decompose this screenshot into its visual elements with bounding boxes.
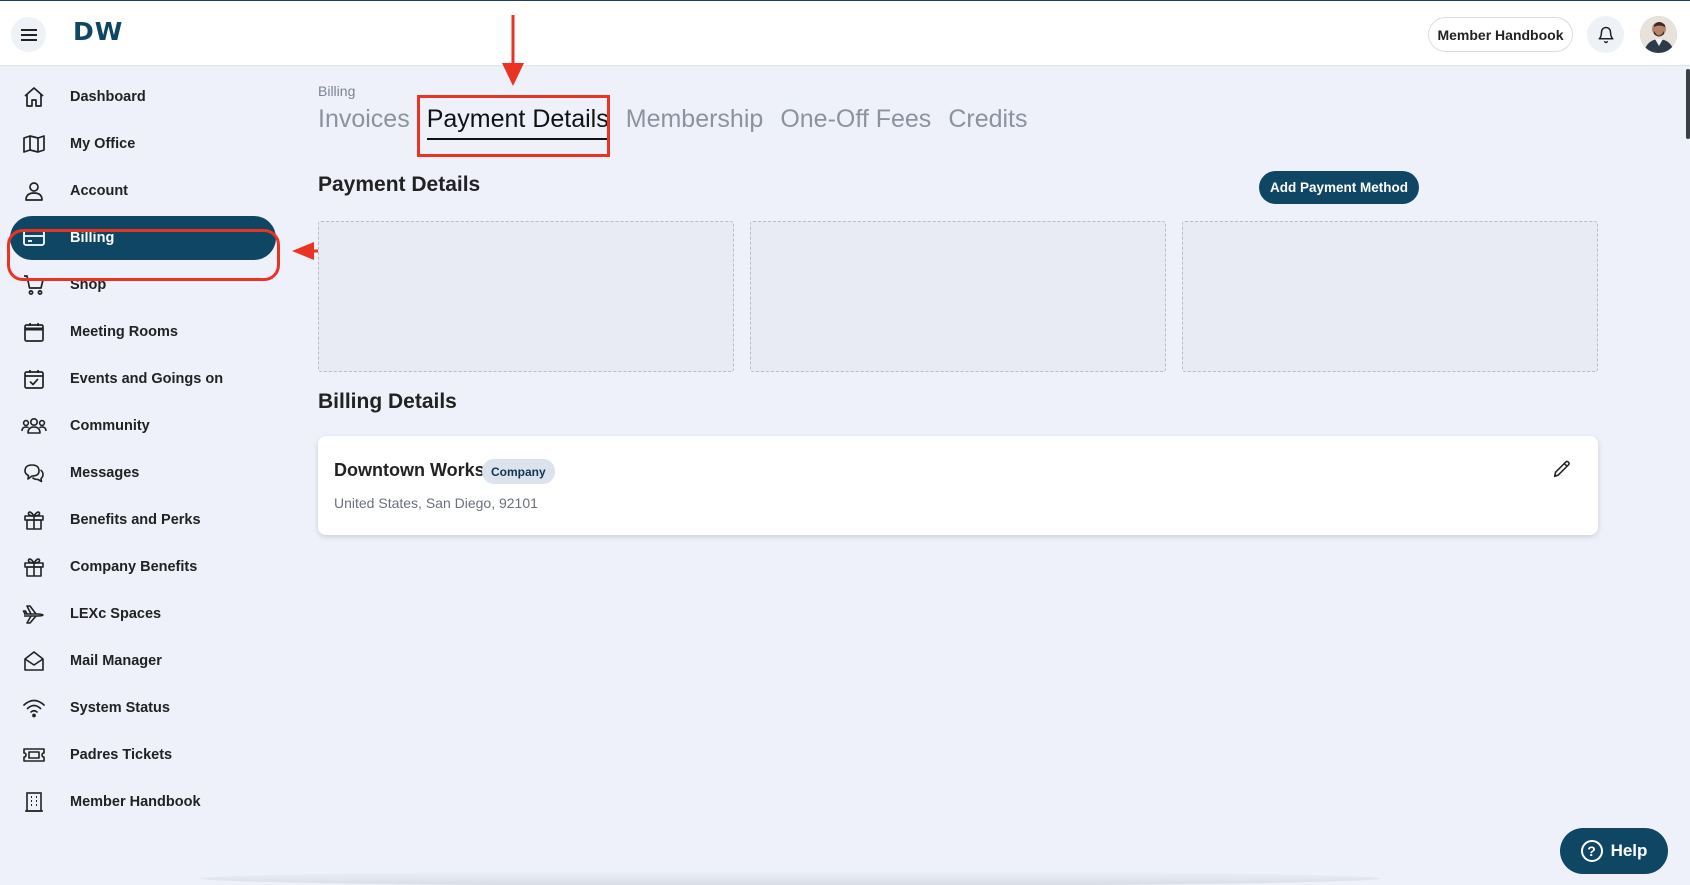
brand-logo[interactable]: DW	[73, 17, 123, 46]
plane-icon	[14, 602, 54, 626]
tab-membership[interactable]: Membership	[626, 105, 764, 134]
billing-company-name: Downtown Works	[334, 460, 485, 480]
help-button[interactable]: ? Help	[1560, 828, 1668, 874]
company-badge: Company	[482, 459, 555, 484]
tab-credits[interactable]: Credits	[948, 105, 1027, 134]
sidebar-item-label: System Status	[70, 700, 170, 716]
sidebar-item-benefits-and-perks[interactable]: Benefits and Perks	[10, 498, 276, 542]
tab-one-off-fees[interactable]: One-Off Fees	[780, 105, 931, 134]
ticket-icon	[14, 743, 54, 767]
sidebar-item-messages[interactable]: Messages	[10, 451, 276, 495]
help-question-icon: ?	[1580, 840, 1603, 862]
wifi-icon	[14, 696, 54, 720]
sidebar-item-lexc-spaces[interactable]: LEXc Spaces	[10, 592, 276, 636]
hamburger-menu-button[interactable]	[11, 17, 46, 52]
billing-details-card: Downtown Works Company United States, Sa…	[318, 436, 1598, 535]
sidebar-item-label: My Office	[70, 136, 136, 152]
annotation-arrow-down-icon	[502, 15, 524, 86]
breadcrumb[interactable]: Billing	[318, 83, 355, 99]
scrollbar-thumb[interactable]	[1686, 69, 1690, 139]
annotation-highlight-tab	[417, 95, 610, 157]
sidebar-item-meeting-rooms[interactable]: Meeting Rooms	[10, 310, 276, 354]
payment-details-heading: Payment Details	[318, 173, 481, 196]
sidebar-item-label: Padres Tickets	[70, 747, 173, 763]
sidebar-item-padres-tickets[interactable]: Padres Tickets	[10, 733, 276, 777]
top-bar: DW Member Handbook	[0, 1, 1690, 66]
user-avatar[interactable]	[1640, 16, 1677, 53]
billing-address: United States, San Diego, 92101	[334, 495, 538, 511]
sidebar-item-label: Mail Manager	[70, 653, 162, 669]
tab-invoices[interactable]: Invoices	[318, 105, 410, 134]
mail-open-icon	[14, 649, 54, 673]
sidebar-item-account[interactable]: Account	[10, 169, 276, 213]
sidebar-item-company-benefits[interactable]: Company Benefits	[10, 545, 276, 589]
bell-icon	[1598, 26, 1613, 43]
sidebar-item-label: Member Handbook	[70, 794, 201, 810]
map-icon	[14, 132, 54, 156]
sidebar-item-events[interactable]: Events and Goings on	[10, 357, 276, 401]
billing-details-heading: Billing Details	[318, 390, 457, 413]
gift-icon	[14, 555, 54, 579]
notifications-button[interactable]	[1587, 16, 1624, 53]
sidebar-item-label: Account	[70, 183, 128, 199]
home-icon	[14, 85, 54, 109]
edit-pencil-icon[interactable]	[1551, 458, 1573, 480]
users-icon	[14, 414, 54, 438]
sidebar-item-label: Community	[70, 418, 150, 434]
sidebar-item-label: Messages	[70, 465, 140, 481]
sidebar-item-label: Dashboard	[70, 89, 146, 105]
gift-icon	[14, 508, 54, 532]
add-payment-method-button[interactable]: Add Payment Method	[1259, 171, 1419, 204]
sidebar-item-label: Meeting Rooms	[70, 324, 178, 340]
sidebar-item-system-status[interactable]: System Status	[10, 686, 276, 730]
sidebar-item-member-handbook[interactable]: Member Handbook	[10, 780, 276, 824]
payment-method-placeholder	[1182, 221, 1598, 372]
calendar-check-icon	[14, 367, 54, 391]
sidebar-item-label: Benefits and Perks	[70, 512, 201, 528]
chat-icon	[14, 461, 54, 485]
page-bottom-shadow	[200, 871, 1380, 885]
calendar-icon	[14, 320, 54, 344]
sidebar-item-label: Events and Goings on	[70, 371, 224, 387]
member-handbook-button[interactable]: Member Handbook	[1428, 17, 1573, 52]
sidebar-item-dashboard[interactable]: Dashboard	[10, 75, 276, 119]
user-icon	[14, 179, 54, 203]
sidebar-item-community[interactable]: Community	[10, 404, 276, 448]
sidebar-item-label: Company Benefits	[70, 559, 198, 575]
building-icon	[14, 790, 54, 814]
payment-method-placeholder	[750, 221, 1166, 372]
sidebar-item-label: LEXc Spaces	[70, 606, 162, 622]
sidebar-item-mail-manager[interactable]: Mail Manager	[10, 639, 276, 683]
sidebar-nav: Dashboard My Office Account Billing Shop…	[0, 66, 282, 885]
sidebar-item-my-office[interactable]: My Office	[10, 122, 276, 166]
avatar-photo-icon	[1640, 16, 1677, 53]
payment-method-placeholder	[318, 221, 734, 372]
annotation-highlight-billing	[7, 229, 280, 281]
hamburger-icon	[20, 28, 37, 41]
app-window: DW Member Handbook Dashboard My Office A…	[0, 0, 1690, 885]
help-label: Help	[1610, 841, 1648, 860]
